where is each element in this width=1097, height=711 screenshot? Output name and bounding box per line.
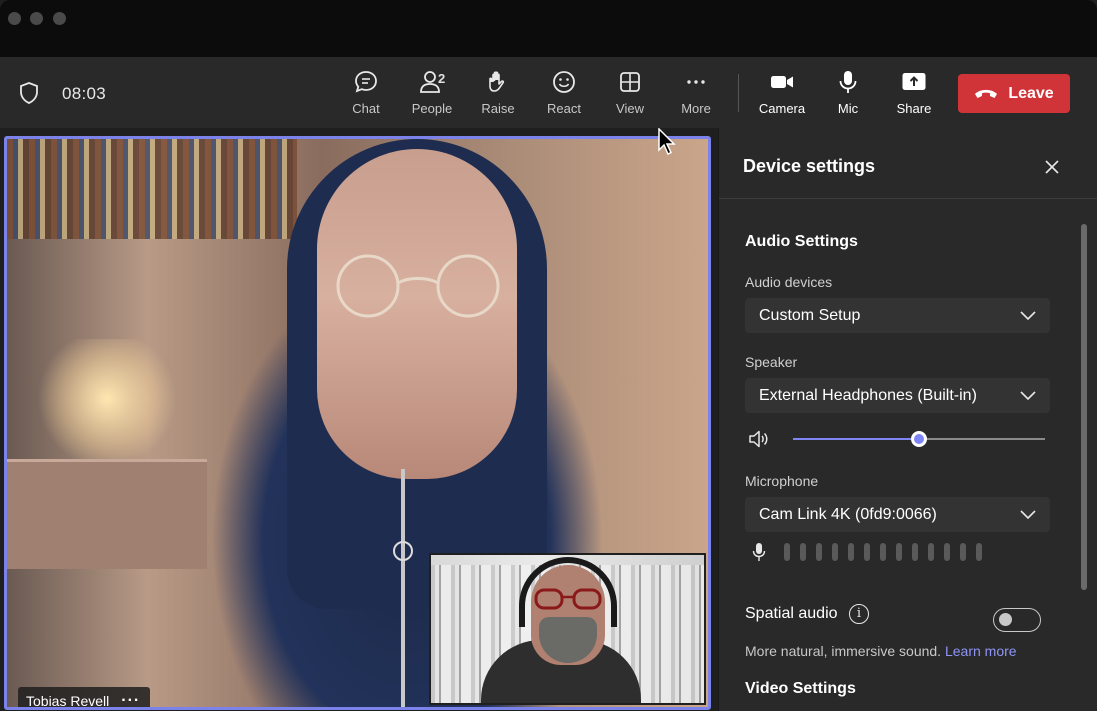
smiley-icon	[553, 71, 575, 93]
meeting-toolbar: 08:03 Chat 2 People Raise React View Mor…	[0, 57, 1097, 128]
slider-thumb[interactable]	[911, 431, 927, 447]
hang-up-icon	[975, 89, 998, 98]
speaker-select[interactable]: External Headphones (Built-in)	[745, 378, 1050, 413]
shield-icon[interactable]	[19, 82, 39, 104]
spatial-audio-toggle[interactable]	[993, 608, 1041, 632]
window-close-button[interactable]	[8, 12, 21, 25]
participant-name: Tobias Revell	[26, 693, 110, 709]
hoodie-zipper	[401, 469, 405, 707]
lamp-light	[37, 339, 177, 459]
microphone-icon	[839, 71, 857, 93]
mic-level-bar	[880, 543, 886, 561]
mic-level-bar	[816, 543, 822, 561]
audio-devices-value: Custom Setup	[759, 307, 861, 324]
react-label: React	[547, 101, 581, 116]
ellipsis-icon	[687, 80, 705, 84]
window-zoom-button[interactable]	[53, 12, 66, 25]
speaker-label: Speaker	[745, 354, 798, 370]
spatial-audio-label: Spatial audio	[745, 605, 838, 622]
panel-scrollbar[interactable]	[1081, 224, 1087, 590]
people-label: People	[411, 101, 453, 116]
mic-level-bar	[944, 543, 950, 561]
spatial-audio-description: More natural, immersive sound. Learn mor…	[745, 643, 1017, 659]
speaker-volume-icon	[749, 430, 768, 448]
device-settings-panel: Device settings Audio Settings Audio dev…	[718, 128, 1097, 711]
participant-name-tag: Tobias Revell ···	[18, 687, 151, 709]
people-button[interactable]: 2 People	[402, 69, 462, 119]
learn-more-link[interactable]: Learn more	[945, 643, 1017, 659]
more-button[interactable]: More	[666, 69, 726, 119]
raise-hand-icon	[489, 71, 505, 92]
view-button[interactable]: View	[600, 69, 660, 119]
mic-level-bar	[864, 543, 870, 561]
people-count-badge: 2	[438, 71, 446, 86]
mic-level-bar	[896, 543, 902, 561]
chat-label: Chat	[352, 101, 380, 116]
leave-label: Leave	[1008, 84, 1054, 102]
audio-devices-label: Audio devices	[745, 274, 833, 290]
video-stage: Tobias Revell ···	[0, 128, 718, 711]
mic-level-bar	[912, 543, 918, 561]
microphone-level-meter	[784, 543, 982, 561]
mic-level-bar	[832, 543, 838, 561]
mouse-pointer-icon	[658, 128, 676, 156]
meeting-timer: 08:03	[62, 84, 107, 103]
mic-level-bar	[784, 543, 790, 561]
chevron-down-icon	[1020, 311, 1036, 321]
zipper-pull	[393, 541, 413, 561]
bookshelf-background	[7, 139, 297, 239]
audio-devices-select[interactable]: Custom Setup	[745, 298, 1050, 333]
toolbar-divider	[738, 74, 739, 112]
toggle-knob	[999, 613, 1012, 626]
participant-glasses	[336, 254, 500, 318]
mic-level-bar	[800, 543, 806, 561]
camera-label: Camera	[758, 101, 806, 116]
microphone-select[interactable]: Cam Link 4K (0fd9:0066)	[745, 497, 1050, 532]
participant-more-button[interactable]: ···	[121, 692, 140, 707]
share-label: Share	[896, 101, 932, 116]
window-minimize-button[interactable]	[30, 12, 43, 25]
window-titlebar	[0, 0, 1097, 57]
panel-header: Device settings	[719, 128, 1097, 199]
raise-label: Raise	[481, 101, 515, 116]
microphone-level-icon	[752, 543, 766, 561]
mic-level-bar	[928, 543, 934, 561]
panel-title: Device settings	[743, 156, 876, 176]
react-button[interactable]: React	[534, 69, 594, 119]
drawer-unit	[7, 459, 207, 569]
view-label: View	[616, 101, 644, 116]
chat-button[interactable]: Chat	[336, 69, 396, 119]
share-button[interactable]: Share	[884, 69, 944, 119]
share-screen-icon	[902, 73, 926, 90]
raise-hand-button[interactable]: Raise	[468, 69, 528, 119]
video-settings-heading: Video Settings	[745, 680, 856, 697]
camera-icon	[771, 76, 793, 88]
chat-icon	[355, 71, 377, 93]
mic-level-bar	[848, 543, 854, 561]
more-label: More	[681, 101, 711, 116]
mic-level-bar	[976, 543, 982, 561]
speaker-volume-slider[interactable]	[793, 430, 1045, 448]
chevron-down-icon	[1020, 510, 1036, 520]
mic-button[interactable]: Mic	[818, 69, 878, 119]
self-video-tile[interactable]	[429, 553, 706, 705]
mic-label: Mic	[837, 101, 859, 116]
leave-button[interactable]: Leave	[958, 74, 1070, 113]
info-icon[interactable]: i	[849, 604, 869, 624]
grid-view-icon	[620, 72, 640, 92]
microphone-value: Cam Link 4K (0fd9:0066)	[759, 506, 937, 523]
audio-settings-heading: Audio Settings	[745, 233, 858, 250]
mic-level-bar	[960, 543, 966, 561]
spatial-audio-desc-text: More natural, immersive sound.	[745, 643, 942, 659]
chevron-down-icon	[1020, 391, 1036, 401]
close-icon[interactable]	[1039, 154, 1065, 180]
speaker-value: External Headphones (Built-in)	[759, 387, 977, 404]
camera-button[interactable]: Camera	[752, 69, 812, 119]
microphone-label: Microphone	[745, 473, 819, 489]
slider-fill	[793, 438, 919, 440]
